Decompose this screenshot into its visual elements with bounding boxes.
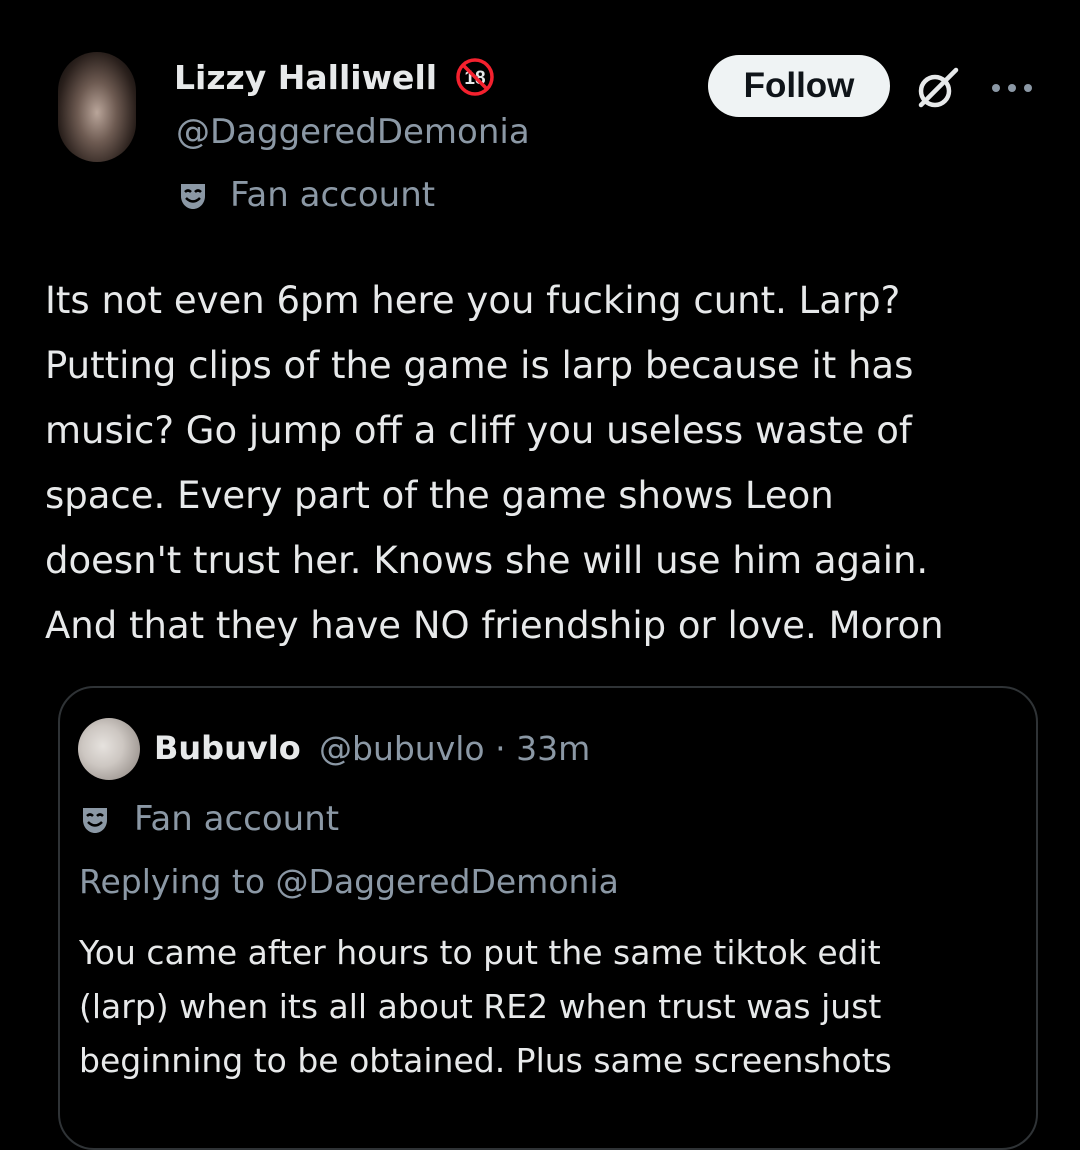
quote-account-label: Fan account [134,799,340,839]
age-restricted-badge-icon: 18 [456,58,494,96]
author-avatar[interactable] [58,52,136,162]
account-label: Fan account [230,175,436,215]
theater-mask-icon [83,808,107,833]
theater-mask-icon [181,184,205,209]
quote-author-avatar[interactable] [78,718,140,780]
author-name[interactable]: Lizzy Halliwell [174,58,437,97]
replying-to-label: Replying to @DaggeredDemonia [79,862,619,901]
tweet-text: Its not even 6pm here you fucking cunt. … [45,279,944,647]
grok-icon[interactable] [912,64,962,114]
more-options-icon[interactable] [990,78,1034,98]
author-handle[interactable]: @DaggeredDemonia [176,112,530,152]
quote-author-name[interactable]: Bubuvlo [154,729,301,767]
quote-handle-time: @bubuvlo · 33m [319,729,591,768]
quote-text: You came after hours to put the same tik… [79,933,892,1080]
follow-button[interactable]: Follow [708,55,890,117]
